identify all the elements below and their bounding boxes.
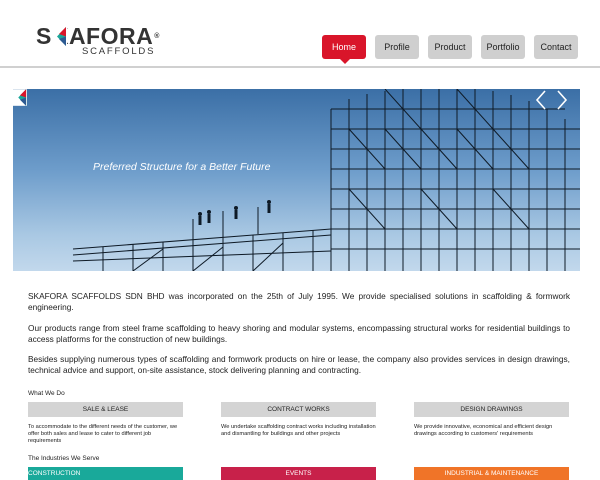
nav-product-button[interactable]: Product <box>428 35 472 59</box>
brand-mark-icon <box>13 89 27 106</box>
industry-events-button[interactable]: EVENTS <box>221 467 376 480</box>
nav-contact-button[interactable]: Contact <box>534 35 578 59</box>
main-nav: Home Profile Product Portfolio Contact <box>0 35 600 65</box>
design-drawings-description: We provide innovative, economical and ef… <box>414 424 553 437</box>
banner-tagline: Preferred Structure for a Better Future <box>93 161 271 173</box>
sale-lease-description: To accommodate to the different needs of… <box>28 424 178 444</box>
industry-industrial-maintenance-button[interactable]: INDUSTRIAL & MAINTENANCE <box>414 467 569 480</box>
contract-works-description: We undertake scaffolding contract works … <box>221 424 376 437</box>
nav-home-button[interactable]: Home <box>322 35 366 64</box>
active-indicator-icon <box>340 59 350 64</box>
site-header: SKAFORA® SCAFFOLDS Home Profile Product … <box>0 0 600 68</box>
industries-title: The Industries We Serve <box>28 455 100 462</box>
scaffolding-photo <box>72 89 580 271</box>
chevron-right-icon[interactable] <box>554 89 570 111</box>
design-drawings-button[interactable]: DESIGN DRAWINGS <box>414 402 569 417</box>
nav-portfolio-button[interactable]: Portfolio <box>481 35 525 59</box>
sale-lease-button[interactable]: SALE & LEASE <box>28 402 183 417</box>
contract-works-button[interactable]: CONTRACT WORKS <box>221 402 376 417</box>
intro-paragraph: SKAFORA SCAFFOLDS SDN BHD was incorporat… <box>28 291 570 312</box>
nav-profile-button[interactable]: Profile <box>375 35 419 59</box>
hero-banner: Preferred Structure for a Better Future <box>13 89 580 271</box>
chevron-left-icon[interactable] <box>533 89 549 111</box>
what-we-do-title: What We Do <box>28 390 65 397</box>
industry-construction-button[interactable]: CONSTRUCTION <box>28 467 183 480</box>
intro-paragraph: Besides supplying numerous types of scaf… <box>28 354 570 375</box>
intro-paragraph: Our products range from steel frame scaf… <box>28 323 570 344</box>
